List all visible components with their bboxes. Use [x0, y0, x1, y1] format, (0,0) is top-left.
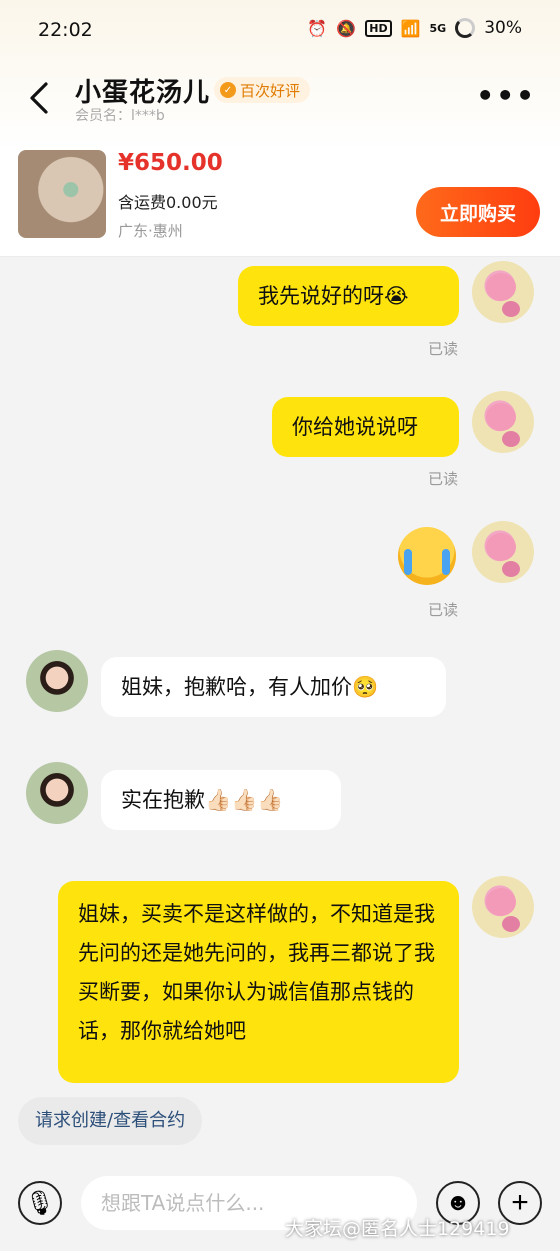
- more-options-icon[interactable]: •••: [476, 82, 536, 110]
- seller-nickname[interactable]: 小蛋花汤儿: [75, 72, 210, 109]
- rating-badge: ✓ 百次好评: [214, 77, 311, 103]
- message-bubble[interactable]: 姐妹，买卖不是这样做的，不知道是我先问的还是她先问的，我再三都说了我买断要，如果…: [58, 881, 459, 1083]
- chat-header-area: 22:02 ⏰ 🔕 HD 📶 5G 30% 小蛋花汤儿 ✓ 百次好评 会员名：l…: [0, 0, 560, 257]
- rating-badge-icon: ✓: [220, 82, 236, 98]
- member-name: 会员名：l***b: [75, 108, 165, 124]
- status-time: 22:02: [38, 19, 93, 41]
- product-location: 广东·惠州: [118, 222, 183, 240]
- read-status: 已读: [428, 340, 459, 358]
- message-bubble[interactable]: 你给她说说呀: [272, 397, 459, 457]
- read-status: 已读: [428, 601, 459, 619]
- status-bar: 22:02 ⏰ 🔕 HD 📶 5G 30%: [0, 0, 560, 64]
- microphone-icon[interactable]: 🎙: [18, 1181, 62, 1225]
- crying-face-icon[interactable]: [398, 527, 456, 585]
- shipping-fee: 含运费0.00元: [118, 193, 218, 212]
- product-thumbnail[interactable]: [18, 150, 106, 238]
- message-bubble[interactable]: 姐妹，抱歉哈，有人加价🥺: [101, 657, 446, 717]
- watermark: 大家坛@匿名人士129419: [285, 1218, 510, 1240]
- rating-badge-label: 百次好评: [240, 81, 301, 100]
- seller-avatar[interactable]: [26, 650, 88, 712]
- signal-icon: 5G: [429, 21, 447, 35]
- buy-now-button[interactable]: 立即购买: [416, 187, 540, 237]
- mute-icon: 🔕: [336, 18, 357, 38]
- my-avatar[interactable]: [472, 391, 534, 453]
- my-avatar[interactable]: [472, 521, 534, 583]
- my-avatar[interactable]: [472, 261, 534, 323]
- read-status: 已读: [428, 470, 459, 488]
- message-bubble[interactable]: 我先说好的呀😭: [238, 266, 459, 326]
- product-price: ¥650.00: [118, 150, 223, 176]
- battery-icon: [455, 18, 476, 38]
- battery-percent: 30%: [484, 18, 522, 38]
- my-avatar[interactable]: [472, 876, 534, 938]
- hd-icon: HD: [365, 19, 392, 37]
- alarm-icon: ⏰: [307, 18, 328, 38]
- wifi-icon: 📶: [400, 18, 421, 38]
- status-icons: ⏰ 🔕 HD 📶 5G 30%: [307, 18, 522, 38]
- back-arrow-icon[interactable]: [24, 78, 54, 118]
- message-bubble[interactable]: 实在抱歉👍🏻👍🏻👍🏻: [101, 770, 341, 830]
- seller-avatar[interactable]: [26, 762, 88, 824]
- contract-chip[interactable]: 请求创建/查看合约: [18, 1097, 203, 1145]
